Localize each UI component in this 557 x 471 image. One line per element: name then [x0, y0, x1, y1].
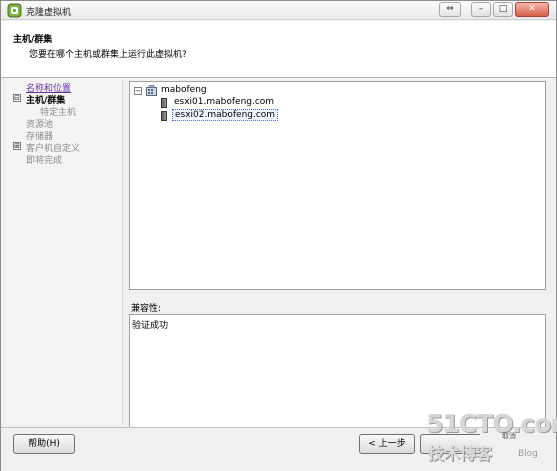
title-bar: 克隆虚拟机 ⇔ – □ ✕ [1, 1, 556, 20]
clone-vm-dialog: 克隆虚拟机 ⇔ – □ ✕ 主机/群集 您要在哪个主机或群集上运行此虚拟机? 名… [0, 0, 557, 471]
host-node-esxi02[interactable]: esxi02.mabofeng.com [172, 109, 279, 121]
minimize-button[interactable]: – [471, 2, 491, 17]
tree-collapse-icon[interactable]: − [134, 87, 142, 95]
step-ready-to-complete: 即将完成 [26, 156, 63, 166]
compatibility-message: 验证成功 [132, 321, 169, 331]
expand-icon[interactable]: ⊞ [13, 142, 21, 150]
collapse-icon[interactable]: ⊟ [13, 94, 21, 102]
wizard-content: − mabofeng esxi01.mabofeng.com esxi02.ma… [125, 80, 551, 429]
host-icon [161, 111, 167, 121]
datacenter-icon [146, 85, 157, 96]
page-subtitle: 您要在哪个主机或群集上运行此虚拟机? [29, 50, 187, 60]
page-title: 主机/群集 [13, 35, 53, 45]
compatibility-label: 兼容性: [131, 304, 162, 314]
wizard-footer: 帮助(H) < 上一步 [1, 427, 556, 471]
vmware-app-icon [7, 3, 22, 18]
maximize-button[interactable]: □ [493, 2, 513, 17]
help-button[interactable]: 帮助(H) [13, 434, 75, 454]
host-tree: − mabofeng esxi01.mabofeng.com esxi02.ma… [129, 81, 546, 290]
host-node-esxi01[interactable]: esxi01.mabofeng.com [174, 97, 274, 107]
datacenter-node[interactable]: mabofeng [161, 85, 207, 95]
host-icon [161, 98, 167, 108]
resize-button[interactable]: ⇔ [439, 2, 461, 17]
wizard-steps: 名称和位置 ⊟ 主机/群集 特定主机 资源池 存储器 ⊞ 客户机自定义 即将完成 [7, 80, 123, 425]
back-button[interactable]: < 上一步 [359, 434, 415, 454]
compatibility-panel: 验证成功 [129, 314, 546, 429]
window-title: 克隆虚拟机 [26, 8, 72, 18]
close-button[interactable]: ✕ [515, 2, 549, 17]
next-button[interactable] [420, 434, 480, 454]
wizard-header: 主机/群集 您要在哪个主机或群集上运行此虚拟机? [1, 21, 556, 78]
